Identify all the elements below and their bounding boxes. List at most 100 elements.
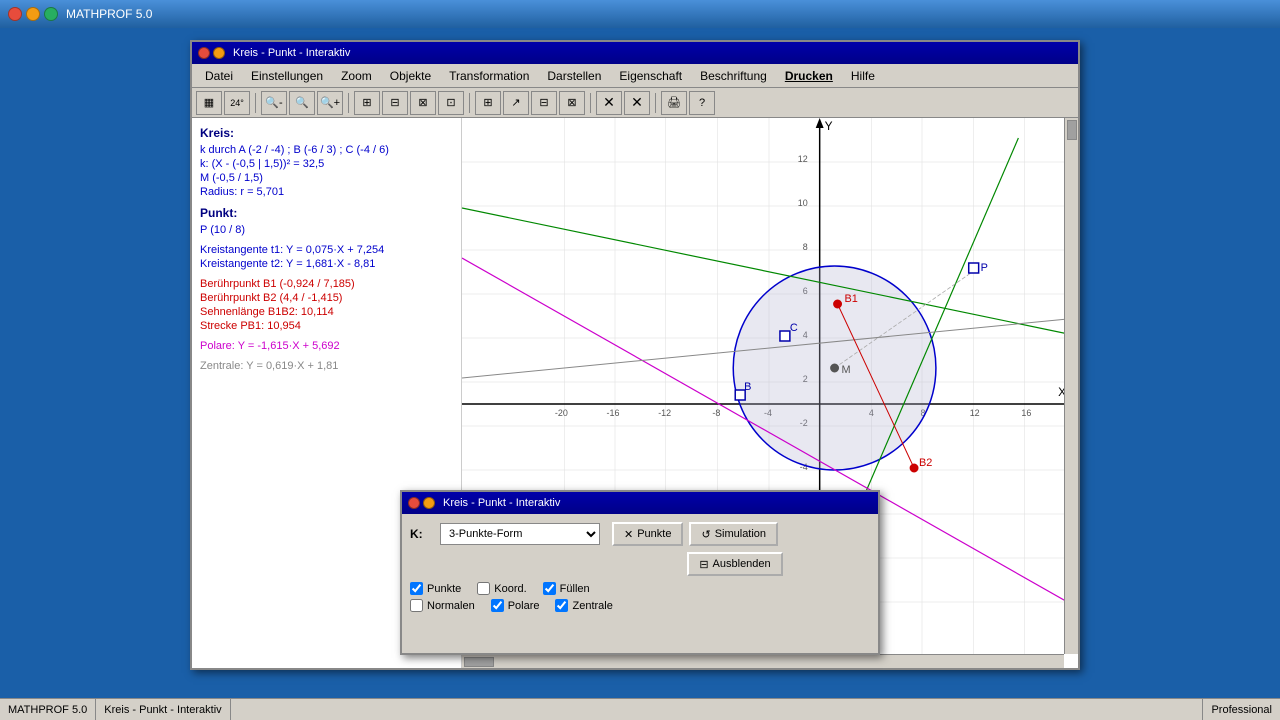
cb-normalen-label: Normalen bbox=[427, 600, 475, 612]
punkte-btn-label: Punkte bbox=[637, 528, 671, 540]
svg-text:12: 12 bbox=[970, 408, 980, 418]
os-max-btn[interactable] bbox=[44, 7, 58, 21]
ausblenden-icon: ⊟ bbox=[699, 558, 708, 571]
cb-normalen[interactable]: Normalen bbox=[410, 599, 475, 612]
label-B1: B1 bbox=[845, 293, 858, 305]
tb-table-btn[interactable]: ⊞ bbox=[475, 91, 501, 115]
k-row: K: 3-Punkte-Form Mittelpunkt-Form Allgem… bbox=[410, 522, 870, 546]
tb-close-btn[interactable]: ✕ bbox=[596, 91, 622, 115]
zentrale: Zentrale: Y = 0,619·X + 1,81 bbox=[200, 360, 453, 372]
point-M[interactable] bbox=[831, 364, 839, 372]
tb-fit-btn[interactable]: ⊠ bbox=[410, 91, 436, 115]
tb-select-btn[interactable]: ⊞ bbox=[354, 91, 380, 115]
menu-darstellen[interactable]: Darstellen bbox=[538, 66, 610, 86]
radius-label: Radius: r = 5,701 bbox=[200, 186, 453, 198]
tb-zoom-1-btn[interactable]: 🔍 bbox=[289, 91, 315, 115]
point-P-marker[interactable] bbox=[969, 263, 979, 273]
os-close-btn[interactable] bbox=[8, 7, 22, 21]
kreistangente1: Kreistangente t1: Y = 0,075·X + 7,254 bbox=[200, 244, 453, 256]
status-module: Kreis - Punkt - Interaktiv bbox=[96, 699, 230, 720]
dialog-title-bar: Kreis - Punkt - Interaktiv bbox=[402, 492, 878, 514]
os-title-bar: MATHPROF 5.0 bbox=[0, 0, 1280, 28]
punkte-btn[interactable]: ✕ Punkte bbox=[612, 522, 683, 546]
ausblenden-btn[interactable]: ⊟ Ausblenden bbox=[687, 552, 782, 576]
h-scroll-thumb[interactable] bbox=[464, 657, 494, 667]
main-title-bar: Kreis - Punkt - Interaktiv bbox=[192, 42, 1078, 64]
punkt-title: Punkt: bbox=[200, 206, 453, 220]
tb-grid-btn[interactable]: ▦ bbox=[196, 91, 222, 115]
checkbox-group-1: Punkte Koord. Füllen bbox=[410, 582, 870, 595]
cb-fuellen-input[interactable] bbox=[543, 582, 556, 595]
vertical-scrollbar[interactable] bbox=[1064, 118, 1078, 654]
status-bar: MATHPROF 5.0 Kreis - Punkt - Interaktiv … bbox=[0, 698, 1280, 720]
status-edition: Professional bbox=[1202, 699, 1280, 720]
k-label: K: bbox=[410, 527, 440, 541]
dialog-min-btn[interactable] bbox=[423, 497, 435, 509]
menu-beschriftung[interactable]: Beschriftung bbox=[691, 66, 776, 86]
label-C: C bbox=[790, 322, 798, 334]
cb-koord-input[interactable] bbox=[477, 582, 490, 595]
label-P: P bbox=[981, 262, 988, 274]
svg-text:Y: Y bbox=[825, 119, 833, 133]
menu-bar: Datei Einstellungen Zoom Objekte Transfo… bbox=[192, 64, 1078, 88]
tb-print-btn[interactable]: 🖨 bbox=[661, 91, 687, 115]
menu-drucken[interactable]: Drucken bbox=[776, 66, 842, 86]
cb-punkte-label: Punkte bbox=[427, 583, 461, 595]
menu-zoom[interactable]: Zoom bbox=[332, 66, 381, 86]
sehnenlaenge: Sehnenlänge B1B2: 10,114 bbox=[200, 306, 453, 318]
toolbar: ▦ 24° 🔍- 🔍 🔍+ ⊞ ⊟ ⊠ ⊡ ⊞ ↗ ⊟ ⊠ ✕ ✕ 🖨 ? bbox=[192, 88, 1078, 118]
ausblenden-row: ⊟ Ausblenden bbox=[410, 552, 870, 576]
kreistangente2: Kreistangente t2: Y = 1,681·X - 8,81 bbox=[200, 258, 453, 270]
cb-punkte[interactable]: Punkte bbox=[410, 582, 461, 595]
point-C-marker[interactable] bbox=[780, 331, 790, 341]
svg-text:8: 8 bbox=[803, 242, 808, 252]
tb-zoom-in-btn[interactable]: 🔍+ bbox=[317, 91, 343, 115]
svg-text:-16: -16 bbox=[607, 408, 620, 418]
tb-pan-btn[interactable]: ⊟ bbox=[382, 91, 408, 115]
tb-expand-btn[interactable]: ⊡ bbox=[438, 91, 464, 115]
menu-datei[interactable]: Datei bbox=[196, 66, 242, 86]
tb-zoom-out-btn[interactable]: 🔍- bbox=[261, 91, 287, 115]
cb-zentrale-input[interactable] bbox=[555, 599, 568, 612]
menu-eigenschaft[interactable]: Eigenschaft bbox=[610, 66, 691, 86]
svg-text:-12: -12 bbox=[658, 408, 671, 418]
horizontal-scrollbar[interactable] bbox=[462, 654, 1064, 668]
k-formel: k: (X - (-0,5 | 1,5))² = 32,5 bbox=[200, 158, 453, 170]
main-min-btn[interactable] bbox=[213, 47, 225, 59]
menu-einstellungen[interactable]: Einstellungen bbox=[242, 66, 332, 86]
menu-hilfe[interactable]: Hilfe bbox=[842, 66, 884, 86]
tb-export-btn[interactable]: ↗ bbox=[503, 91, 529, 115]
label-B2: B2 bbox=[919, 457, 932, 469]
cb-polare[interactable]: Polare bbox=[491, 599, 540, 612]
svg-text:12: 12 bbox=[798, 154, 808, 164]
k-select[interactable]: 3-Punkte-Form Mittelpunkt-Form Allgemein… bbox=[440, 523, 600, 545]
tb-coord-btn[interactable]: 24° bbox=[224, 91, 250, 115]
dialog-title-text: Kreis - Punkt - Interaktiv bbox=[443, 497, 560, 509]
v-scroll-thumb[interactable] bbox=[1067, 120, 1077, 140]
beruehrpunkt-B2: Berührpunkt B2 (4,4 / -1,415) bbox=[200, 292, 453, 304]
dialog-close-btn[interactable] bbox=[408, 497, 420, 509]
cb-punkte-input[interactable] bbox=[410, 582, 423, 595]
cb-normalen-input[interactable] bbox=[410, 599, 423, 612]
cb-fuellen[interactable]: Füllen bbox=[543, 582, 590, 595]
main-window-title: Kreis - Punkt - Interaktiv bbox=[233, 47, 350, 59]
cb-koord[interactable]: Koord. bbox=[477, 582, 526, 595]
tb-frame-btn[interactable]: ⊠ bbox=[559, 91, 585, 115]
os-min-btn[interactable] bbox=[26, 7, 40, 21]
kreis-title: Kreis: bbox=[200, 126, 453, 140]
tb-x-btn[interactable]: ✕ bbox=[624, 91, 650, 115]
cb-zentrale-label: Zentrale bbox=[572, 600, 612, 612]
menu-objekte[interactable]: Objekte bbox=[381, 66, 440, 86]
cb-polare-label: Polare bbox=[508, 600, 540, 612]
tb-help-btn[interactable]: ? bbox=[689, 91, 715, 115]
M-label: M (-0,5 / 1,5) bbox=[200, 172, 453, 184]
cb-zentrale[interactable]: Zentrale bbox=[555, 599, 612, 612]
main-close-btn[interactable] bbox=[198, 47, 210, 59]
dialog-window: Kreis - Punkt - Interaktiv K: 3-Punkte-F… bbox=[400, 490, 880, 655]
polare: Polare: Y = -1,615·X + 5,692 bbox=[200, 340, 453, 352]
cb-polare-input[interactable] bbox=[491, 599, 504, 612]
menu-transformation[interactable]: Transformation bbox=[440, 66, 538, 86]
tb-aspect-btn[interactable]: ⊟ bbox=[531, 91, 557, 115]
sim-icon: ↺ bbox=[701, 528, 710, 541]
simulation-btn[interactable]: ↺ Simulation bbox=[689, 522, 778, 546]
